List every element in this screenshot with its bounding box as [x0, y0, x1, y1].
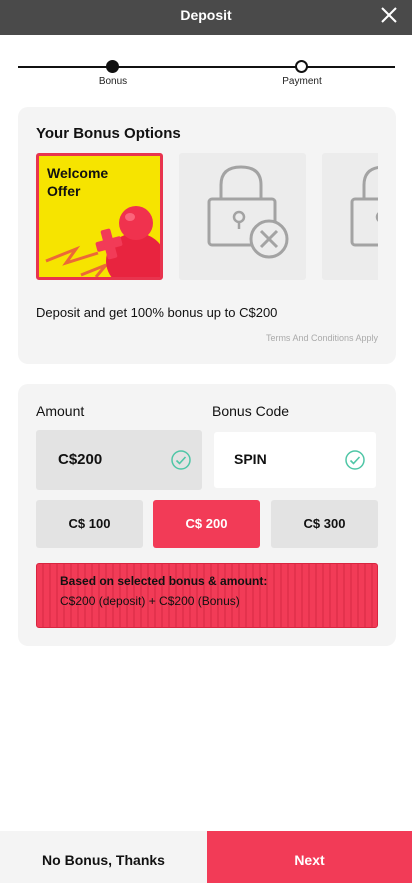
- preset-amount-button-selected[interactable]: C$ 200: [153, 500, 260, 548]
- close-icon[interactable]: [379, 5, 399, 25]
- stepper-line: [18, 66, 395, 68]
- bonus-offers-carousel[interactable]: Welcome Offer: [36, 153, 378, 281]
- footer-actions: No Bonus, Thanks Next: [0, 831, 412, 883]
- bonus-description: Deposit and get 100% bonus up to C$200: [36, 305, 278, 320]
- amount-card: Amount Bonus Code C$200 SPIN C$ 100 C$ 2…: [18, 384, 396, 646]
- next-button[interactable]: Next: [207, 831, 412, 883]
- preset-amount-button[interactable]: C$ 300: [271, 500, 378, 548]
- check-circle-icon: [171, 450, 191, 470]
- summary-text: C$200 (deposit) + C$200 (Bonus): [60, 594, 240, 608]
- padlock-icon: [350, 166, 378, 247]
- summary-title: Based on selected bonus & amount:: [60, 574, 268, 588]
- bonus-code-value: SPIN: [234, 451, 267, 467]
- no-bonus-button[interactable]: No Bonus, Thanks: [0, 831, 207, 883]
- step-payment-label: Payment: [282, 76, 322, 87]
- step-bonus-dot: [106, 60, 119, 73]
- header-bar: Deposit: [0, 0, 412, 35]
- amount-value: C$200: [58, 451, 103, 468]
- bonus-code-label: Bonus Code: [212, 403, 290, 419]
- padlock-icon: [207, 165, 289, 259]
- terms-link[interactable]: Terms And Conditions Apply: [266, 333, 378, 343]
- bonus-options-heading: Your Bonus Options: [36, 125, 181, 142]
- progress-stepper: Bonus Payment: [18, 58, 395, 88]
- bonus-options-card: Your Bonus Options Welcome Offer Deposit…: [18, 107, 396, 364]
- step-payment-dot: [295, 60, 308, 73]
- offer-locked-card[interactable]: [322, 153, 378, 280]
- offer-welcome-card[interactable]: Welcome Offer: [36, 153, 163, 280]
- offer-locked-card[interactable]: [179, 153, 306, 280]
- step-bonus-label: Bonus: [98, 76, 128, 87]
- check-circle-icon: [345, 450, 365, 470]
- page-title: Deposit: [180, 7, 232, 23]
- bonus-code-input[interactable]: SPIN: [214, 432, 376, 488]
- welcome-offer-illustration: [45, 206, 160, 277]
- amount-input[interactable]: C$200: [36, 430, 202, 490]
- bonus-summary-banner: Based on selected bonus & amount: C$200 …: [36, 563, 378, 628]
- preset-amount-button[interactable]: C$ 100: [36, 500, 143, 548]
- amount-label: Amount: [36, 403, 85, 419]
